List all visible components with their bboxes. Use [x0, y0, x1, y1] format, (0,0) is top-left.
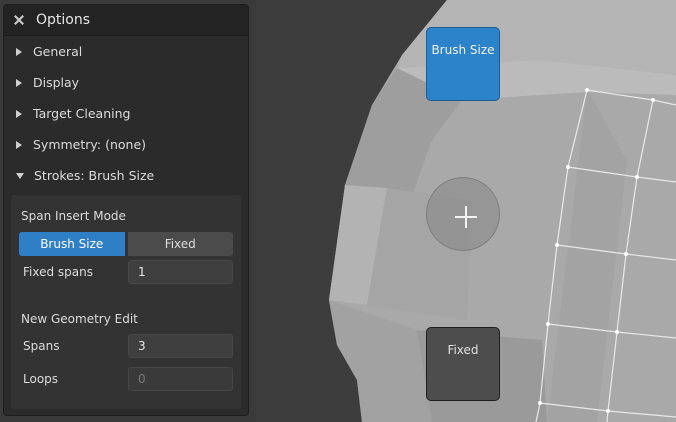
expanded-arrow-icon: [16, 172, 24, 179]
collapsed-arrow-icon: [16, 47, 22, 56]
panel-header: Options: [4, 5, 248, 36]
3d-viewport[interactable]: Brush Size Fixed: [257, 0, 676, 422]
mode-fixed-button[interactable]: Fixed: [127, 232, 233, 256]
crosshair-cursor-icon: [455, 206, 477, 228]
spans-label: Spans: [23, 339, 60, 353]
collapsed-arrow-icon: [16, 109, 22, 118]
fixed-spans-label: Fixed spans: [23, 265, 93, 279]
section-label: Target Cleaning: [33, 106, 131, 121]
section-label: General: [33, 44, 83, 59]
spans-field[interactable]: 3: [128, 334, 233, 358]
section-strokes[interactable]: Strokes: Brush Size: [4, 160, 248, 191]
section-target-cleaning[interactable]: Target Cleaning: [4, 98, 248, 129]
section-general[interactable]: General: [4, 36, 248, 67]
pie-option-fixed[interactable]: Fixed: [426, 327, 500, 401]
panel-title: Options: [36, 12, 91, 28]
collapsed-arrow-icon: [16, 140, 22, 149]
section-display[interactable]: Display: [4, 67, 248, 98]
span-insert-mode-label: Span Insert Mode: [21, 209, 126, 223]
spans-row: Spans 3: [23, 334, 237, 358]
section-symmetry[interactable]: Symmetry: (none): [4, 129, 248, 160]
section-label: Display: [33, 75, 80, 90]
section-label: Symmetry: (none): [33, 137, 147, 152]
pie-option-brush-size[interactable]: Brush Size: [426, 27, 500, 101]
fixed-spans-field[interactable]: 1: [128, 260, 233, 284]
collapsed-arrow-icon: [16, 78, 22, 87]
options-panel: Options General Display Target Cleaning …: [3, 4, 249, 416]
loops-label: Loops: [23, 372, 59, 386]
strokes-subpanel: Span Insert Mode Brush Size Fixed Fixed …: [11, 195, 241, 409]
mode-brush-size-button[interactable]: Brush Size: [19, 232, 125, 256]
loops-field: 0: [128, 367, 233, 391]
loops-row: Loops 0: [23, 367, 237, 391]
new-geometry-edit-label: New Geometry Edit: [21, 312, 138, 326]
close-icon[interactable]: [12, 13, 26, 27]
section-label: Strokes: Brush Size: [34, 168, 155, 183]
span-insert-mode-selector: Brush Size Fixed: [19, 232, 233, 256]
fixed-spans-row: Fixed spans 1: [23, 260, 237, 284]
